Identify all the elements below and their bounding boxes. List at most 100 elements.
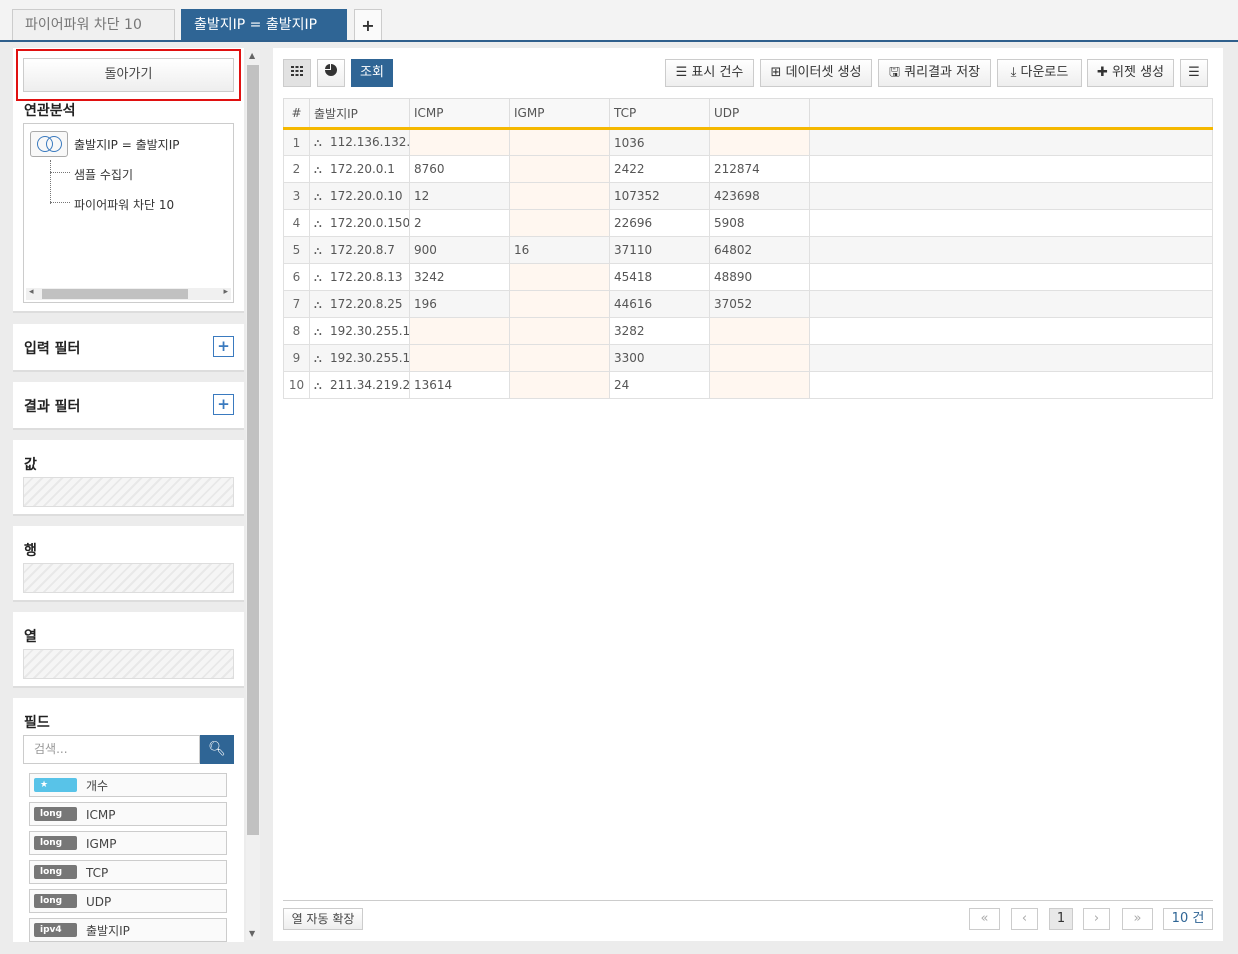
cell-tcp: 24 (609, 371, 710, 399)
cell-igmp (509, 290, 610, 318)
cell-filler (809, 209, 1213, 237)
scroll-down-icon[interactable]: ▼ (249, 929, 255, 938)
field-item-igmp[interactable]: long IGMP (29, 831, 227, 855)
scroll-left-icon[interactable]: ◂ (29, 287, 34, 297)
table-row[interactable]: 1 ⛬ 112.136.132.7 1036 (283, 128, 1213, 156)
search-icon[interactable]: 🔍︎ (200, 735, 234, 764)
column-drop-area[interactable] (23, 649, 234, 679)
tab-firepower-block[interactable]: 파이어파워 차단 10 (12, 9, 175, 40)
cell-icmp (409, 344, 510, 372)
plus-square-icon: ⊞ (770, 65, 786, 80)
cell-source-ip: ⛬ 172.20.8.25 (309, 290, 410, 318)
cell-icmp: 12 (409, 182, 510, 210)
cell-filler (809, 155, 1213, 183)
tree-child-firepower[interactable]: 파이어파워 차단 10 (74, 196, 174, 213)
column-header-source-ip[interactable]: 출발지IP (309, 98, 410, 130)
row-index: 1 (283, 128, 310, 156)
column-header-icmp[interactable]: ICMP (409, 98, 510, 130)
tree-root[interactable]: 출발지IP = 출발지IP (74, 136, 179, 153)
value-drop-area[interactable] (23, 477, 234, 507)
table-row[interactable]: 2 ⛬ 172.20.0.1 8760 2422 212874 (283, 155, 1213, 183)
tab-source-ip-join[interactable]: 출발지IP = 출발지IP (181, 9, 347, 40)
download-icon: ⤓ (1010, 65, 1021, 80)
cell-source-ip: ⛬ 172.20.0.1 (309, 155, 410, 183)
tree-hscroll[interactable]: ◂ ▸ (26, 287, 231, 300)
cell-source-ip: ⛬ 211.34.219.21 (309, 371, 410, 399)
row-index: 5 (283, 236, 310, 264)
field-search-input[interactable]: 검색... (23, 735, 200, 764)
save-query-result-button[interactable]: 🖫 쿼리결과 저장 (878, 59, 991, 87)
cell-icmp: 8760 (409, 155, 510, 183)
cell-icmp: 900 (409, 236, 510, 264)
table-row[interactable]: 3 ⛬ 172.20.0.10 12 107352 423698 (283, 182, 1213, 210)
first-page-button[interactable]: « (969, 908, 1000, 930)
table-row[interactable]: 7 ⛬ 172.20.8.25 196 44616 37052 (283, 290, 1213, 318)
row-index: 10 (283, 371, 310, 399)
prev-page-button[interactable]: ‹ (1011, 908, 1038, 930)
create-dataset-button[interactable]: ⊞ 데이터셋 생성 (760, 59, 872, 87)
download-button[interactable]: ⤓ 다운로드 (997, 59, 1082, 87)
grid-icon[interactable] (283, 59, 311, 87)
field-item-source-ip[interactable]: ipv4 출발지IP (29, 918, 227, 942)
column-header-index[interactable]: # (283, 98, 310, 130)
pie-chart-icon[interactable] (317, 59, 345, 87)
cell-igmp (509, 155, 610, 183)
input-filter-title: 입력 필터 (24, 341, 81, 357)
field-item-icmp[interactable]: long ICMP (29, 802, 227, 826)
table-row[interactable]: 9 ⛬ 192.30.255.11 3300 (283, 344, 1213, 372)
network-icon: ⛬ (314, 243, 322, 257)
field-item-tcp[interactable]: long TCP (29, 860, 227, 884)
table-row[interactable]: 6 ⛬ 172.20.8.13 3242 45418 48890 (283, 263, 1213, 291)
cell-igmp (509, 263, 610, 291)
cell-igmp (509, 209, 610, 237)
column-header-tcp[interactable]: TCP (609, 98, 710, 130)
result-count[interactable]: 10 건 (1163, 908, 1213, 930)
row-index: 6 (283, 263, 310, 291)
highlight-outline (16, 49, 241, 101)
left-panel-scrollbar[interactable]: ▲ ▼ (246, 50, 260, 940)
next-page-button[interactable]: › (1083, 908, 1110, 930)
cell-udp: 48890 (709, 263, 810, 291)
cell-filler (809, 128, 1213, 156)
cell-filler (809, 344, 1213, 372)
cell-igmp (509, 344, 610, 372)
value-title: 값 (24, 457, 37, 473)
field-item-count[interactable]: ★ 개수 (29, 773, 227, 797)
table-row[interactable]: 4 ⛬ 172.20.0.150 2 22696 5908 (283, 209, 1213, 237)
last-page-button[interactable]: » (1122, 908, 1153, 930)
cell-filler (809, 263, 1213, 291)
list-menu-icon[interactable]: ☰ (1180, 59, 1208, 87)
table-row[interactable]: 8 ⛬ 192.30.255.11 3282 (283, 317, 1213, 345)
column-header-igmp[interactable]: IGMP (509, 98, 610, 130)
tree-child-sample[interactable]: 샘플 수집기 (74, 166, 133, 183)
show-count-button[interactable]: ☰ 표시 건수 (665, 59, 754, 87)
add-result-filter-button[interactable]: + (213, 394, 234, 415)
network-icon: ⛬ (314, 136, 322, 149)
field-title: 필드 (24, 715, 50, 731)
cell-igmp: 16 (509, 236, 610, 264)
create-widget-button[interactable]: ✚ 위젯 생성 (1087, 59, 1174, 87)
auto-expand-columns-button[interactable]: 열 자동 확장 (283, 908, 363, 930)
footer-divider (283, 900, 1213, 901)
scroll-up-icon[interactable]: ▲ (249, 51, 255, 60)
add-input-filter-button[interactable]: + (213, 336, 234, 357)
field-type-badge: long (34, 807, 77, 821)
scroll-right-icon[interactable]: ▸ (223, 287, 228, 297)
column-header-udp[interactable]: UDP (709, 98, 810, 130)
cell-udp (709, 344, 810, 372)
field-item-udp[interactable]: long UDP (29, 889, 227, 913)
column-header-filler (809, 98, 1213, 130)
current-page[interactable]: 1 (1049, 908, 1073, 930)
query-button[interactable]: 조회 (351, 59, 393, 87)
cell-udp: 212874 (709, 155, 810, 183)
cell-icmp: 196 (409, 290, 510, 318)
network-icon: ⛬ (314, 351, 322, 365)
table-row[interactable]: 10 ⛬ 211.34.219.21 13614 24 (283, 371, 1213, 399)
row-drop-area[interactable] (23, 563, 234, 593)
cell-icmp (409, 128, 510, 156)
cell-udp: 423698 (709, 182, 810, 210)
network-icon: ⛬ (314, 216, 322, 230)
row-index: 8 (283, 317, 310, 345)
add-tab-button[interactable]: + (354, 9, 382, 40)
table-row[interactable]: 5 ⛬ 172.20.8.7 900 16 37110 64802 (283, 236, 1213, 264)
